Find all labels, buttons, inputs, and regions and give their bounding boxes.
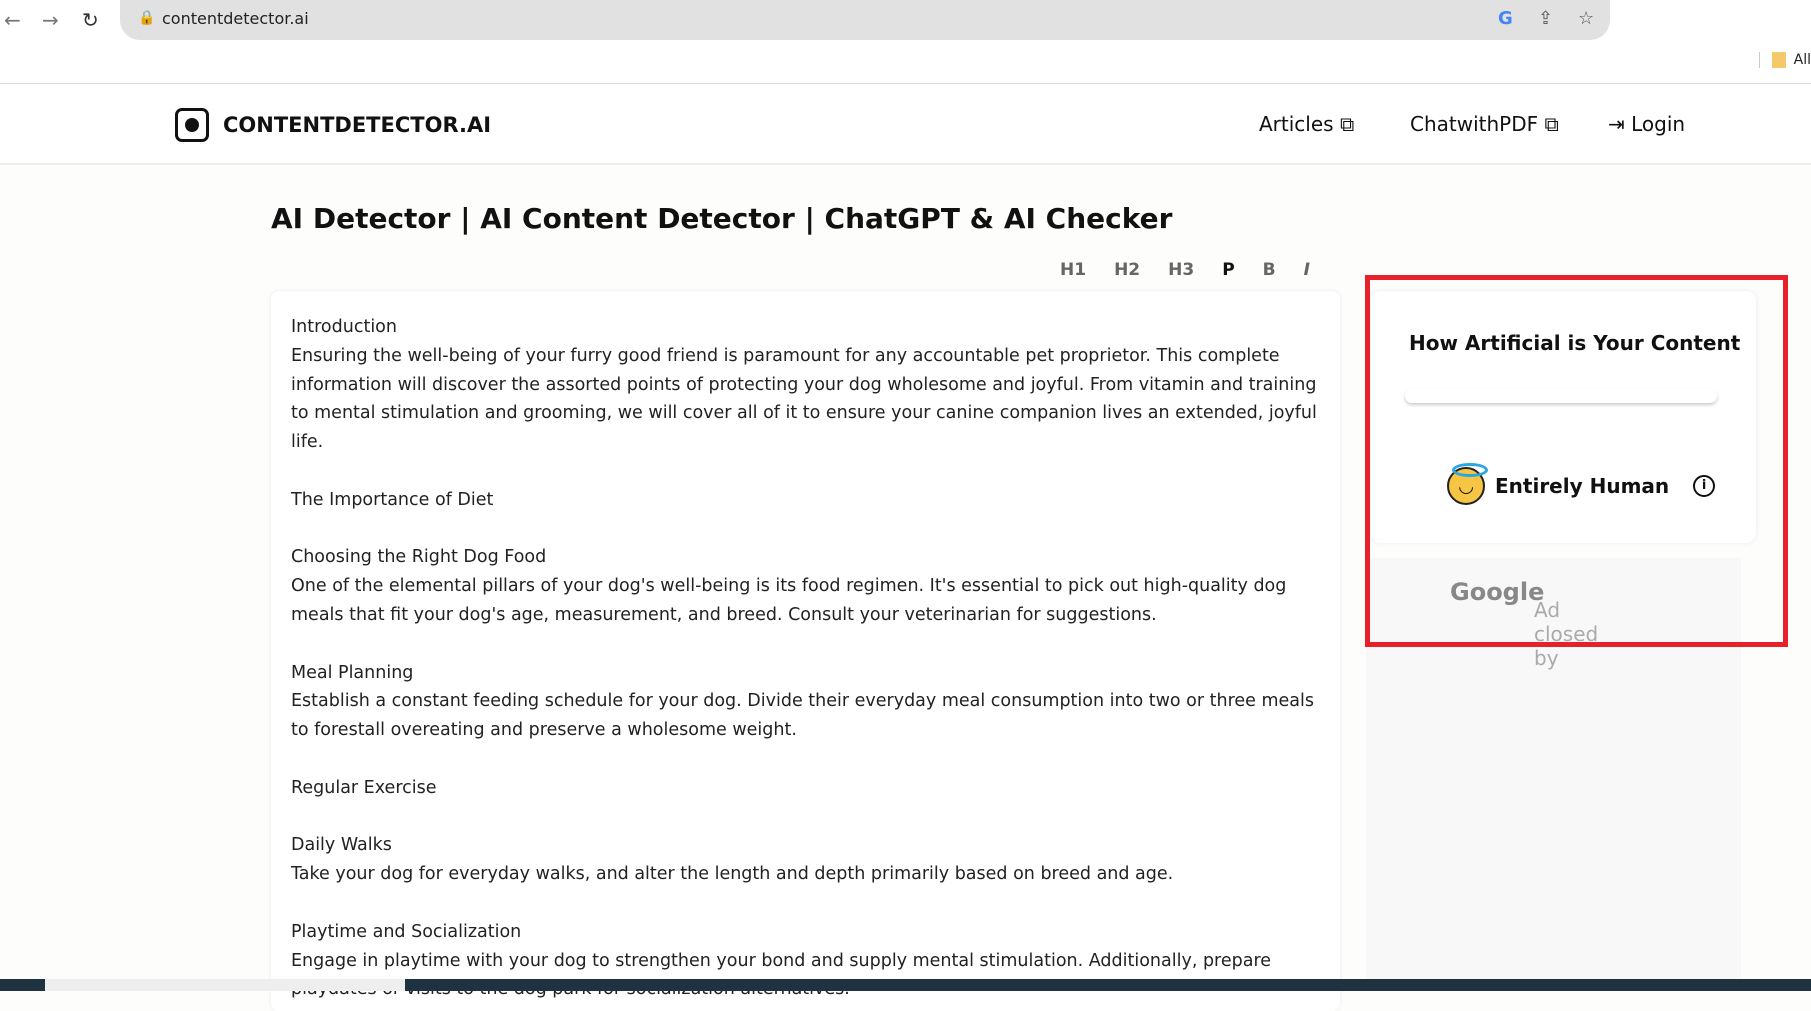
editor-paragraph: One of the elemental pillars of your dog…: [291, 576, 1287, 625]
editor-paragraph: [291, 457, 1320, 486]
editor-paragraph: Take your dog for everyday walks, and al…: [291, 864, 1174, 885]
external-link-icon: ⧉: [1544, 112, 1559, 136]
google-icon[interactable]: G: [1498, 8, 1513, 29]
folder-icon: [1771, 52, 1786, 68]
highlight-box: [1365, 275, 1788, 647]
editor-paragraph: Daily Walks: [291, 835, 392, 856]
editor-paragraph: Engage in playtime with your dog to stre…: [291, 950, 1272, 1000]
login-icon: ⇥: [1608, 112, 1625, 136]
editor-paragraph: [291, 745, 1320, 774]
editor-paragraph: The Importance of Diet: [291, 489, 494, 510]
nav-articles[interactable]: Articles ⧉: [1259, 112, 1354, 136]
logo[interactable]: CONTENTDETECTOR.AI: [175, 108, 491, 142]
taskbar-search[interactable]: [45, 979, 405, 991]
editor-paragraph: Introduction: [291, 317, 397, 337]
back-icon[interactable]: ←: [4, 8, 21, 32]
logo-icon: [175, 108, 209, 142]
editor-paragraph: Choosing the Right Dog Food: [291, 547, 547, 568]
editor-paragraph: [291, 803, 1320, 832]
editor-paragraph: Regular Exercise: [291, 777, 437, 798]
editor-paragraph: [291, 889, 1320, 918]
page-title: AI Detector | AI Content Detector | Chat…: [271, 202, 1173, 235]
format-h1[interactable]: H1: [1060, 260, 1086, 280]
browser-chrome: ← → ↻ 🔒 contentdetector.ai G ⇪ ☆ All: [0, 0, 1811, 84]
editor-paragraph: [291, 515, 1320, 544]
editor-paragraph: Playtime and Socialization: [291, 921, 522, 942]
format-bold[interactable]: B: [1263, 260, 1276, 280]
content-editor[interactable]: Introduction Ensuring the well-being of y…: [271, 291, 1340, 1011]
format-h3[interactable]: H3: [1168, 260, 1194, 280]
editor-paragraph: Establish a constant feeding schedule fo…: [291, 691, 1315, 741]
nav-login[interactable]: ⇥ Login: [1608, 112, 1685, 136]
nav-chatwithpdf[interactable]: ChatwithPDF ⧉: [1410, 112, 1559, 136]
forward-icon[interactable]: →: [42, 8, 59, 32]
editor-paragraph: [291, 630, 1320, 659]
format-p[interactable]: P: [1222, 260, 1234, 280]
star-icon[interactable]: ☆: [1578, 8, 1594, 29]
lock-icon: 🔒: [138, 10, 156, 26]
format-h2[interactable]: H2: [1114, 260, 1140, 280]
taskbar: [0, 979, 1811, 991]
url-text: contentdetector.ai: [162, 9, 309, 28]
format-toolbar: H1 H2 H3 P B I: [1060, 260, 1310, 280]
editor-paragraph: Ensuring the well-being of your furry go…: [291, 345, 1317, 453]
share-icon[interactable]: ⇪: [1538, 8, 1553, 29]
site-header: CONTENTDETECTOR.AI Articles ⧉ ChatwithPD…: [0, 84, 1811, 165]
address-bar[interactable]: 🔒 contentdetector.ai G ⇪ ☆: [120, 0, 1610, 40]
external-link-icon: ⧉: [1339, 112, 1355, 136]
editor-paragraph: Meal Planning: [291, 662, 414, 683]
reload-icon[interactable]: ↻: [82, 8, 99, 32]
format-italic[interactable]: I: [1304, 260, 1310, 280]
bookmark-all[interactable]: All: [1758, 52, 1811, 68]
